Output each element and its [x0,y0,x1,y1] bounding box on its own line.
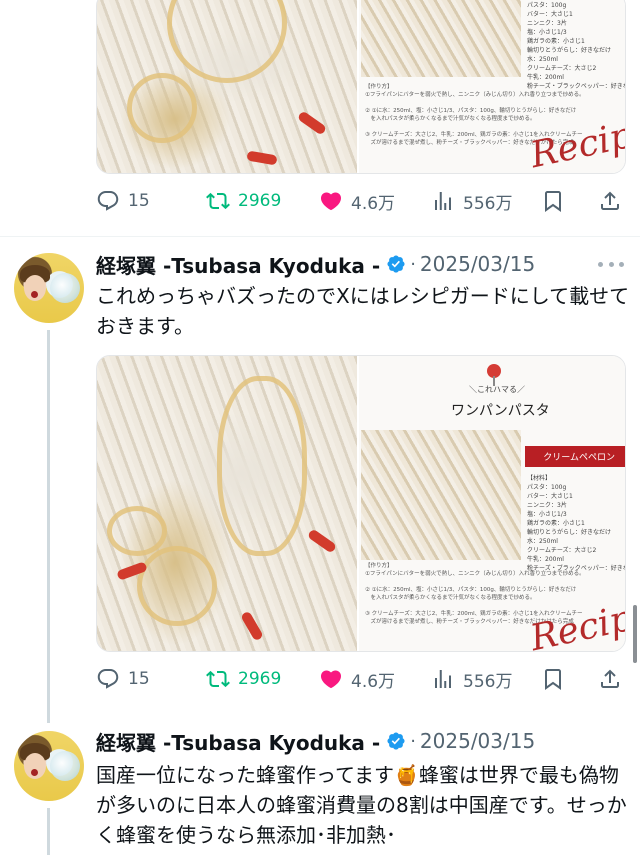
views-count: 556万 [463,193,513,214]
pepper-shape [306,528,338,554]
share-icon [601,669,619,688]
tweet-header: 経塚翼 -Tsubasa Kyoduka - · 2025/03/15 [96,250,535,278]
tweet-media[interactable]: パスタ：100g バター：大さじ1 ニンニク：3片 塩：小さじ1/3 鶏ガラの素… [96,0,626,174]
tweet-text: これめっちゃバズったのでXにはレシピガードにして載せておきます。 [96,284,630,338]
recipe-card[interactable]: パスタ：100g バター：大さじ1 ニンニク：3片 塩：小さじ1/3 鶏ガラの素… [359,0,625,173]
share-button[interactable] [598,187,622,215]
avatar[interactable] [14,253,84,323]
bookmark-button[interactable] [541,187,565,215]
reply-button[interactable]: 15 [96,187,150,215]
noodle-shape [137,546,217,626]
display-name[interactable]: 経塚翼 -Tsubasa Kyoduka - [96,250,380,279]
reply-count: 15 [128,191,150,211]
reply-icon [97,191,119,211]
recipe-ingredients: パスタ：100g バター：大さじ1 ニンニク：3片 塩：小さじ1/3 鶏ガラの素… [527,2,625,90]
noodle-shape [107,506,167,556]
like-button[interactable]: 4.6万 [319,665,395,693]
avatar-mouth [31,769,38,776]
more-icon-dot [619,261,624,267]
tweet-actions: 15 2969 4.6万 556万 [96,187,626,215]
display-name[interactable]: 経塚翼 -Tsubasa Kyoduka - [96,727,380,756]
recipe-ingredients: 【材料】 パスタ：100g バター：大さじ1 ニンニク：3片 塩：小さじ1/3 … [527,475,625,572]
recipe-tag: ＼これハマる／ [469,385,525,394]
recipe-ribbon: クリームペペロン [525,446,625,467]
heart-icon [320,670,342,689]
more-button[interactable] [598,254,624,274]
tweet-date[interactable]: 2025/03/15 [420,729,535,753]
verified-badge-icon [387,255,405,273]
tweet-text: 国産一位になった蜂蜜作ってます🍯蜂蜜は世界で最も偽物が多いのに日本人の蜂蜜消費量… [96,763,627,847]
thread-line [47,330,50,723]
share-button[interactable] [598,665,622,693]
avatar[interactable] [14,731,84,801]
thread-line [47,808,50,855]
views-icon [435,670,451,688]
reply-button[interactable]: 15 [96,665,150,693]
noodle-shape [217,376,307,556]
avatar-mouth [31,291,38,298]
retweet-icon [206,670,230,688]
avatar-globe [50,751,80,781]
tweet-divider [0,236,640,237]
views-button[interactable]: 556万 [431,665,512,693]
pepper-shape [246,150,278,166]
reply-icon [97,669,119,689]
pasta-photo[interactable] [97,0,359,173]
recipe-title: ワンパンパスタ [451,403,550,419]
recipe-photo [361,430,521,560]
pepper-shape [296,110,328,136]
separator: · [410,253,416,275]
tweet-media[interactable]: ＼これハマる／ ワンパンパスタ クリームペペロン 【材料】 パスタ：100g バ… [96,355,626,652]
bookmark-icon [545,669,561,690]
tweet-header: 経塚翼 -Tsubasa Kyoduka - · 2025/03/15 [96,727,535,755]
retweet-count: 2969 [238,191,282,211]
retweet-count: 2969 [238,669,282,689]
retweet-icon [206,192,230,210]
bookmark-icon [545,191,561,212]
bookmark-button[interactable] [541,665,565,693]
tweet-date[interactable]: 2025/03/15 [420,252,535,276]
scrollbar[interactable] [633,605,637,663]
retweet-button[interactable]: 2969 [206,665,281,693]
like-count: 4.6万 [351,193,396,214]
verified-badge-icon [387,732,405,750]
like-count: 4.6万 [351,671,396,692]
pepper-shape [240,610,264,642]
more-icon [598,261,603,267]
pin-icon [487,364,501,386]
views-count: 556万 [463,671,513,692]
retweet-button[interactable]: 2969 [206,187,281,215]
views-icon [435,192,451,210]
pasta-photo[interactable] [97,356,359,651]
noodle-shape [167,0,287,83]
tweet-actions: 15 2969 4.6万 556万 [96,665,626,693]
more-icon-dot [608,261,614,267]
separator: · [410,730,416,752]
share-icon [601,191,619,210]
like-button[interactable]: 4.6万 [319,187,395,215]
avatar-globe [50,273,80,303]
heart-icon [320,192,342,211]
reply-count: 15 [128,669,150,689]
views-button[interactable]: 556万 [431,187,512,215]
recipe-photo [361,0,521,77]
recipe-card[interactable]: ＼これハマる／ ワンパンパスタ クリームペペロン 【材料】 パスタ：100g バ… [359,356,625,651]
noodle-shape [127,73,197,143]
